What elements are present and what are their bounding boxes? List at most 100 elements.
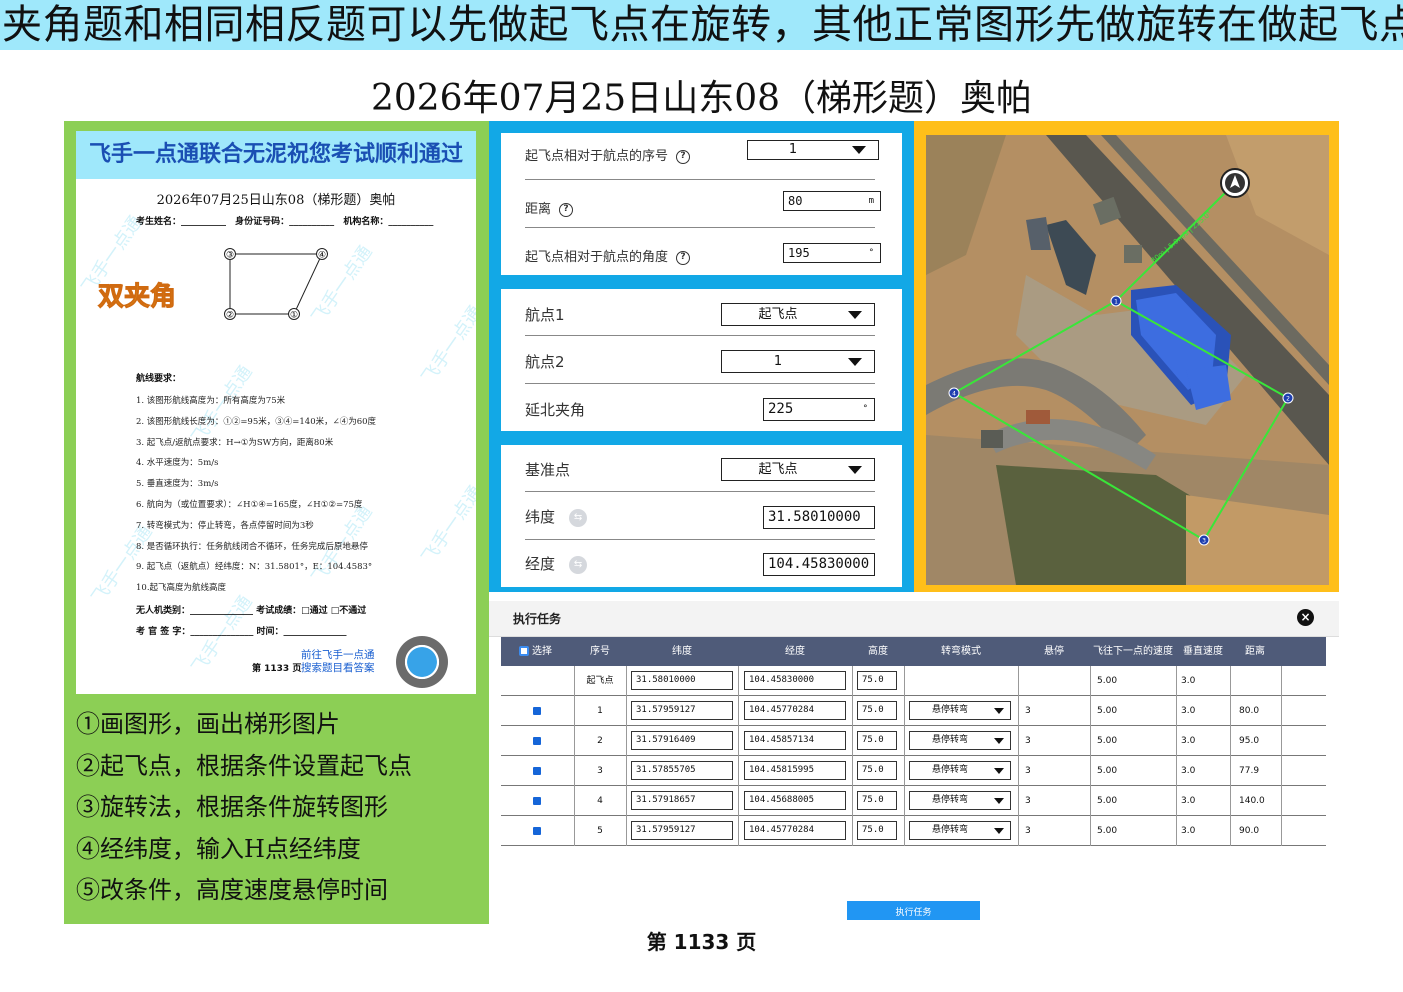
col-vspeed: 垂直速度	[1183, 646, 1223, 657]
table-row[interactable]: 5 31.57959127 104.45770284 75.0 悬停转弯 3 5.00 3.0…	[501, 816, 1326, 846]
lon-cell-input[interactable]: 104.45770284	[744, 701, 846, 720]
qr-code-icon	[396, 636, 448, 688]
task-title: 执行任务	[513, 612, 562, 626]
lat-cell-input[interactable]: 31.57918657	[631, 791, 733, 810]
field-id: 身份证号码：__________	[235, 217, 335, 227]
cell-seq: 3	[597, 766, 603, 776]
step-item: ①画图形，画出梯形图片	[76, 710, 340, 738]
turn-mode-select[interactable]: 悬停转弯	[909, 731, 1011, 750]
swap-icon[interactable]: ⇆	[569, 555, 588, 574]
lat-cell-input[interactable]: 31.57916409	[631, 731, 733, 750]
north-angle-label: 延北夹角	[525, 401, 586, 419]
cell-seq: 5	[597, 826, 603, 836]
north-angle-input[interactable]: 225 °	[763, 398, 875, 421]
col-hover: 悬停	[1044, 646, 1064, 657]
turn-mode-select[interactable]: 悬停转弯	[909, 701, 1011, 720]
waypoint-label: 1	[1114, 299, 1118, 306]
row-checkbox[interactable]	[533, 707, 541, 715]
lon-cell-input[interactable]: 104.45815995	[744, 761, 846, 780]
table-row[interactable]: 2 31.57916409 104.45857134 75.0 悬停转弯 3 5.00 3.0…	[501, 726, 1326, 756]
alt-cell-input[interactable]: 75.0	[857, 761, 897, 780]
requirement-item: 10.起飞高度为航线高度	[136, 583, 227, 594]
lat-input[interactable]: 31.58010000	[763, 506, 875, 529]
cell-speed: 5.00	[1097, 766, 1118, 776]
alt-cell-input[interactable]: 75.0	[857, 791, 897, 810]
lat-cell-input[interactable]: 31.58010000	[631, 671, 733, 690]
promo-text: 前往飞手一点通 搜索题目看答案	[301, 649, 375, 675]
row-checkbox[interactable]	[533, 737, 541, 745]
requirement-item: 4. 水平速度为：5m/s	[136, 458, 219, 469]
help-icon[interactable]: ?	[676, 250, 691, 265]
requirement-item: 3. 起飞点/返航点要求：H→①为SW方向，距离80米	[136, 437, 334, 448]
lat-cell-input[interactable]: 31.57959127	[631, 821, 733, 840]
cell-hover: 3	[1025, 826, 1031, 836]
lon-cell-input[interactable]: 104.45857134	[744, 731, 846, 750]
satellite-map[interactable]: 80m | 5.0m/s | 225.0° 1 2 3 4	[926, 135, 1329, 585]
cell-vspeed: 3.0	[1181, 736, 1196, 746]
lat-cell-input[interactable]: 31.57855705	[631, 761, 733, 780]
requirements-list: 1. 该图形航线高度为：所有高度为75米 2. 该图形航线长度为：①②=95米，…	[136, 391, 466, 599]
lat-cell-input[interactable]: 31.57959127	[631, 701, 733, 720]
trapezoid-diagram: ③ ④ ② ①	[224, 248, 328, 321]
help-icon[interactable]: ?	[559, 202, 574, 217]
turn-mode-select[interactable]: 悬停转弯	[909, 761, 1011, 780]
field-name: 考生姓名：__________	[136, 217, 227, 227]
task-header: 执行任务 ×	[489, 601, 1339, 637]
cell-vspeed: 3.0	[1181, 796, 1196, 806]
chevron-down-icon	[852, 146, 866, 154]
takeoff-seq-select[interactable]: 1	[747, 140, 879, 160]
wp2-select[interactable]: 1	[721, 350, 875, 373]
requirement-item: 8. 是否循环执行：任务航线闭合不循环，任务完成后原地悬停	[136, 541, 368, 552]
lat-label: 纬度	[525, 508, 556, 526]
cell-hover: 3	[1025, 766, 1031, 776]
watermark: 飞手一点通	[417, 301, 476, 388]
cell-speed: 5.00	[1097, 706, 1118, 716]
lon-cell-input[interactable]: 104.45830000	[744, 671, 846, 690]
top-banner: 夹角题和相同相反题可以先做起飞点在旋转，其他正常图形先做旋转在做起飞点	[0, 0, 1403, 50]
close-icon[interactable]: ×	[1297, 609, 1314, 626]
lon-cell-input[interactable]: 104.45770284	[744, 821, 846, 840]
alt-cell-input[interactable]: 75.0	[857, 821, 897, 840]
takeoff-seq-label: 起飞点相对于航点的序号	[525, 149, 669, 164]
base-select[interactable]: 起飞点	[721, 458, 875, 481]
wp1-select[interactable]: 起飞点	[721, 303, 875, 326]
cell-distance	[1239, 666, 1279, 696]
alt-cell-input[interactable]: 75.0	[857, 671, 897, 690]
help-icon[interactable]: ?	[676, 149, 691, 164]
turn-mode-select[interactable]: 悬停转弯	[909, 821, 1011, 840]
select-all-header[interactable]: 选择	[519, 637, 552, 666]
distance-input[interactable]: 80 m	[783, 191, 881, 211]
swap-icon[interactable]: ⇆	[569, 508, 588, 527]
table-row[interactable]: 起飞点 31.58010000 104.45830000 75.0 5.00 3.0	[501, 666, 1326, 696]
map-canvas[interactable]: 80m | 5.0m/s | 225.0° 1 2 3 4	[926, 135, 1329, 585]
alt-cell-input[interactable]: 75.0	[857, 731, 897, 750]
promo-line: 搜索题目看答案	[301, 662, 375, 674]
waypoint-label: 3	[1202, 538, 1206, 545]
cell-vspeed: 3.0	[1181, 826, 1196, 836]
alt-cell-input[interactable]: 75.0	[857, 701, 897, 720]
chevron-down-icon	[994, 828, 1004, 834]
distance-label: 距离	[525, 202, 552, 217]
table-row[interactable]: 4 31.57918657 104.45688005 75.0 悬停转弯 3 5.00 3.0…	[501, 786, 1326, 816]
lon-input[interactable]: 104.45830000	[763, 553, 875, 576]
wp2-label: 航点2	[525, 353, 565, 371]
row-checkbox[interactable]	[533, 767, 541, 775]
wp1-row: 航点1 起飞点	[525, 289, 875, 336]
row-checkbox[interactable]	[533, 797, 541, 805]
takeoff-angle-row: 起飞点相对于航点的角度? 195 °	[525, 229, 881, 276]
lon-cell-input[interactable]: 104.45688005	[744, 791, 846, 810]
requirement-item: 6. 航向为（或位置要求）：∠H①④=165度，∠H①②=75度	[136, 499, 363, 510]
lat-row: 纬度 ⇆ 31.58010000	[525, 493, 875, 540]
row-checkbox[interactable]	[533, 827, 541, 835]
table-row[interactable]: 3 31.57855705 104.45815995 75.0 悬停转弯 3 5.00 3.0…	[501, 756, 1326, 786]
cell-vspeed: 3.0	[1181, 706, 1196, 716]
angle-input[interactable]: 195 °	[783, 243, 881, 263]
cell-hover	[1025, 666, 1065, 696]
table-row[interactable]: 1 31.57959127 104.45770284 75.0 悬停转弯 3 5.00 3.0…	[501, 696, 1326, 726]
turn-mode-select[interactable]: 悬停转弯	[909, 791, 1011, 810]
cell-distance: 95.0	[1239, 736, 1260, 746]
execute-task-button[interactable]: 执行任务	[847, 901, 980, 920]
double-angle-tag: 双夹角	[97, 282, 177, 313]
waypoint-label: 4	[952, 391, 956, 398]
col-lon: 经度	[785, 646, 805, 657]
